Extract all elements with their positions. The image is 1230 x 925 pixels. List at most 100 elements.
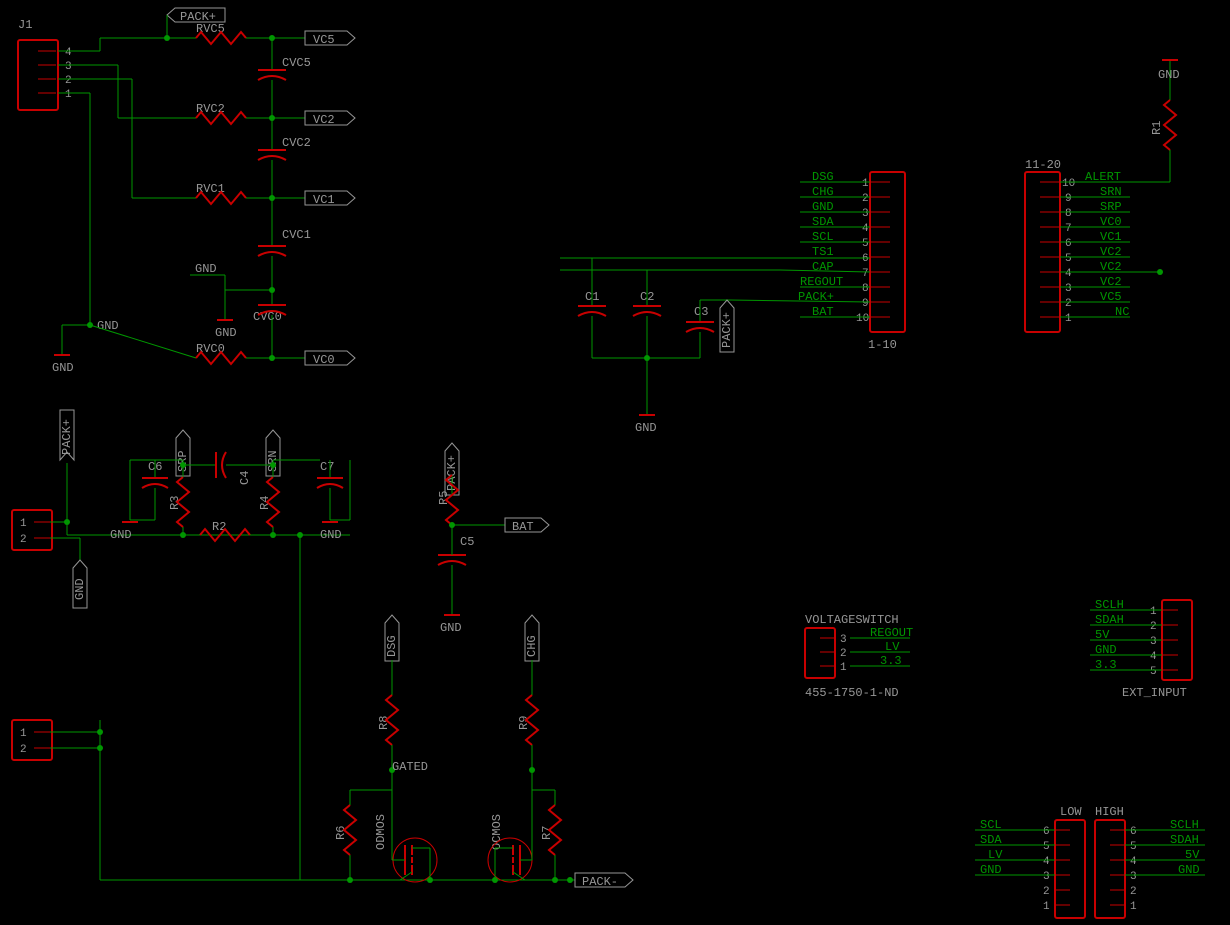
svg-text:VC1: VC1	[1100, 230, 1122, 244]
gnd-label-mid: GND	[195, 262, 217, 276]
capacitor-c1: C1	[578, 284, 606, 358]
svg-text:VC2: VC2	[1100, 275, 1122, 289]
svg-text:VC2: VC2	[1100, 260, 1122, 274]
svg-text:CHG: CHG	[812, 185, 834, 199]
capacitor-cvc5: CVC5	[258, 38, 311, 118]
svg-text:7: 7	[1065, 223, 1072, 235]
svg-text:C4: C4	[238, 471, 252, 485]
j1-pin2: 2	[65, 75, 72, 87]
svg-text:2: 2	[862, 193, 869, 205]
resistor-rvc1: RVC1	[196, 182, 246, 204]
netlabel-packplus-c3: PACK+	[720, 300, 734, 352]
header-11-20: 11-20	[1025, 158, 1061, 332]
svg-text:1: 1	[1065, 313, 1072, 325]
netlabel-dsg: DSG	[385, 615, 399, 661]
header-1-10: 1-10	[868, 172, 905, 352]
svg-text:R1: R1	[1150, 121, 1164, 135]
gnd-c7: GND	[320, 528, 342, 542]
svg-text:ALERT: ALERT	[1085, 170, 1121, 184]
gnd-r1: GND	[1158, 68, 1180, 82]
netlabel-chg: CHG	[525, 615, 539, 661]
svg-text:VC2: VC2	[1100, 245, 1122, 259]
svg-text:VC0: VC0	[313, 353, 335, 367]
svg-text:5V: 5V	[1185, 848, 1200, 862]
svg-text:6: 6	[862, 253, 869, 265]
svg-text:DSG: DSG	[812, 170, 834, 184]
capacitor-cvc0: CVC0	[253, 287, 286, 358]
svg-text:4: 4	[1130, 856, 1137, 868]
svg-text:5: 5	[1130, 841, 1137, 853]
capacitor-c7: C7	[317, 460, 343, 520]
svg-text:2: 2	[1043, 886, 1050, 898]
svg-text:2: 2	[1130, 886, 1137, 898]
connector-top-2pin: 1 2	[12, 510, 52, 550]
svg-text:R4: R4	[258, 496, 272, 510]
svg-text:1: 1	[20, 728, 27, 740]
svg-text:LOW: LOW	[1060, 805, 1082, 819]
svg-text:C7: C7	[320, 460, 334, 474]
svg-text:6: 6	[1130, 826, 1137, 838]
j1-label: J1	[18, 18, 32, 32]
svg-text:5: 5	[862, 238, 869, 250]
svg-text:8: 8	[1065, 208, 1072, 220]
svg-text:VC5: VC5	[1100, 290, 1122, 304]
svg-text:6: 6	[1065, 238, 1072, 250]
mosfet-odmos: ODMOS	[374, 814, 437, 883]
svg-text:2: 2	[20, 744, 27, 756]
svg-text:10: 10	[856, 313, 869, 325]
resistor-r7: R7	[532, 770, 561, 883]
svg-text:R3: R3	[168, 496, 182, 510]
svg-text:5: 5	[1043, 841, 1050, 853]
svg-text:SCLH: SCLH	[1170, 818, 1199, 832]
svg-text:CVC5: CVC5	[282, 56, 311, 70]
svg-text:3: 3	[1065, 283, 1072, 295]
netlabel-vc1: VC1	[305, 191, 355, 207]
capacitor-c5: C5	[438, 535, 474, 615]
svg-text:3: 3	[862, 208, 869, 220]
capacitor-c6: C6	[142, 460, 168, 520]
svg-text:GND: GND	[73, 578, 87, 600]
svg-text:9: 9	[1065, 193, 1072, 205]
svg-text:11-20: 11-20	[1025, 158, 1061, 172]
netlabel-vc5: VC5	[305, 31, 355, 47]
svg-text:CHG: CHG	[525, 635, 539, 657]
svg-text:OCMOS: OCMOS	[490, 814, 504, 850]
svg-text:VOLTAGESWITCH: VOLTAGESWITCH	[805, 613, 899, 627]
svg-text:1: 1	[840, 662, 847, 674]
resistor-r4: R4	[258, 477, 279, 538]
svg-text:LV: LV	[988, 848, 1003, 862]
svg-text:1: 1	[1043, 901, 1050, 913]
svg-text:SDAH: SDAH	[1170, 833, 1199, 847]
svg-text:SCL: SCL	[812, 230, 834, 244]
capacitor-c4: C4	[200, 452, 255, 485]
svg-text:10: 10	[1062, 178, 1075, 190]
j1-pin1: 1	[65, 89, 72, 101]
voltage-switch: VOLTAGESWITCH 3 2 1 REGOUT LV 3.3 455-17…	[805, 613, 913, 700]
resistor-r2: R2	[183, 520, 273, 541]
svg-text:BAT: BAT	[812, 305, 834, 319]
mosfet-ocmos: OCMOS	[488, 814, 532, 883]
svg-text:PACK-: PACK-	[582, 875, 618, 889]
schematic-canvas: J1 4 3 2 1 PACK+ RVC5 VC5 CVC5 RVC2 VC2 …	[0, 0, 1230, 925]
svg-text:8: 8	[862, 283, 869, 295]
svg-text:455-1750-1-ND: 455-1750-1-ND	[805, 686, 899, 700]
capacitor-c2: C2	[633, 284, 661, 358]
svg-text:3: 3	[1043, 871, 1050, 883]
netlabel-vc2: VC2	[305, 111, 355, 127]
svg-text:DSG: DSG	[385, 635, 399, 657]
gnd-symbol-j1: GND	[52, 361, 74, 375]
netlabel-bat: BAT	[505, 518, 549, 534]
svg-text:4: 4	[1043, 856, 1050, 868]
svg-text:3: 3	[1130, 871, 1137, 883]
resistor-rvc0: RVC0	[196, 342, 246, 364]
svg-text:SDAH: SDAH	[1095, 613, 1124, 627]
svg-text:SRP: SRP	[1100, 200, 1122, 214]
netlabel-vc0: VC0	[305, 351, 355, 367]
netlabel-packplus-left: PACK+	[60, 410, 74, 460]
capacitor-cvc2: CVC2	[258, 118, 311, 198]
resistor-r1: R1	[1150, 80, 1176, 182]
netlabel-packminus: PACK-	[575, 873, 633, 889]
svg-text:SCL: SCL	[980, 818, 1002, 832]
svg-text:2: 2	[1150, 621, 1157, 633]
svg-text:1: 1	[1130, 901, 1137, 913]
